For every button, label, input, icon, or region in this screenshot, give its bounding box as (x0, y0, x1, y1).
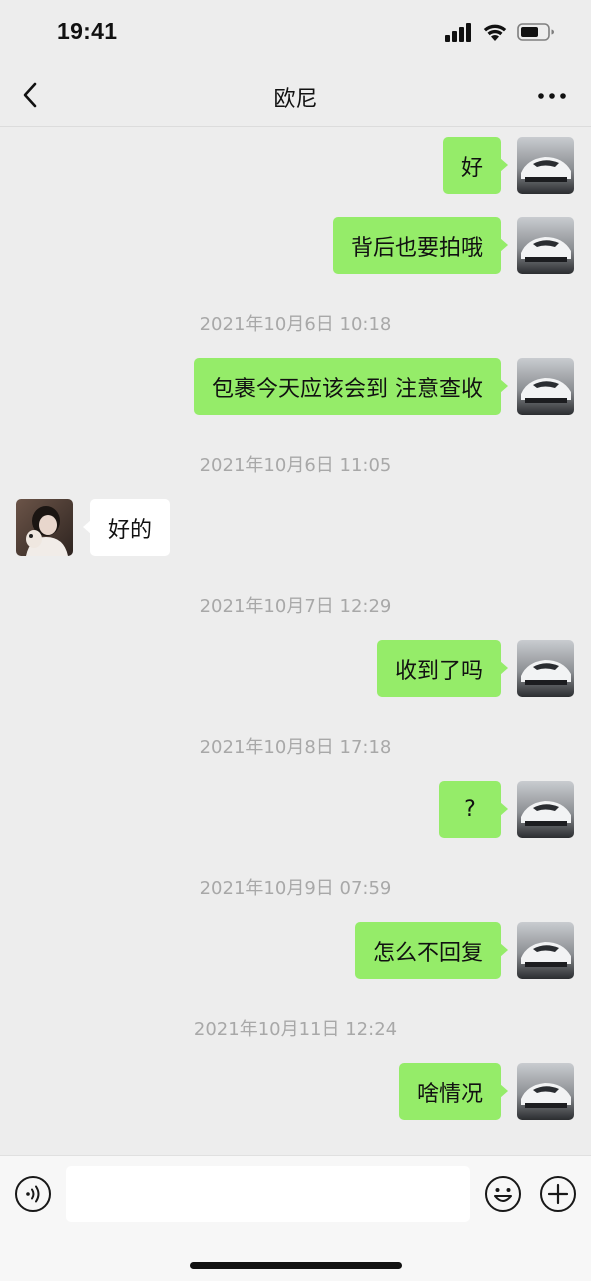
sports-car-avatar-image (517, 640, 574, 697)
sports-car-avatar-image (517, 358, 574, 415)
message-bubble-outgoing[interactable]: 包裹今天应该会到 注意查收 (194, 358, 508, 415)
battery-icon (517, 23, 554, 41)
sports-car-avatar-image (517, 781, 574, 838)
message-bubble-outgoing[interactable]: 背后也要拍哦 (332, 217, 509, 274)
my-avatar[interactable] (517, 922, 574, 979)
my-avatar[interactable] (517, 217, 574, 274)
cellular-signal-icon (445, 23, 471, 42)
message-input[interactable] (66, 1166, 470, 1222)
message-row-outgoing: 啥情况 (0, 1063, 591, 1120)
nav-bar: 欧尼 (0, 66, 591, 127)
message-timestamp: 2021年10月7日 12:29 (199, 596, 392, 617)
sports-car-avatar-image (517, 217, 574, 274)
message-bubble-incoming[interactable]: 好的 (82, 499, 171, 556)
sports-car-avatar-image (517, 1063, 574, 1120)
my-avatar[interactable] (517, 640, 574, 697)
voice-icon (15, 1176, 51, 1212)
wifi-icon (483, 24, 507, 41)
message-timestamp: 2021年10月8日 17:18 (199, 737, 392, 758)
emoji-button[interactable] (484, 1175, 522, 1213)
plus-icon (540, 1176, 576, 1212)
message-timestamp: 2021年10月6日 10:18 (199, 314, 392, 335)
message-row-outgoing: 怎么不回复 (0, 922, 591, 979)
message-bubble-outgoing[interactable]: ? (439, 781, 508, 838)
chat-message-list[interactable]: 好 背后也要拍哦 2021年10月6日 10:18 包裹今天应该会到 注意查收 (0, 127, 591, 1155)
more-functions-button[interactable] (539, 1175, 577, 1213)
message-row-outgoing: 背后也要拍哦 (0, 217, 591, 274)
sports-car-avatar-image (517, 922, 574, 979)
contact-photo-avatar-image (16, 499, 73, 556)
my-avatar[interactable] (517, 781, 574, 838)
my-avatar[interactable] (517, 358, 574, 415)
message-row-outgoing: 包裹今天应该会到 注意查收 (0, 358, 591, 415)
my-avatar[interactable] (517, 137, 574, 194)
emoji-icon (485, 1176, 521, 1212)
status-time: 19:41 (57, 18, 118, 44)
message-row-incoming: 好的 (0, 499, 591, 556)
message-timestamp: 2021年10月11日 12:24 (193, 1019, 398, 1040)
status-bar: 19:41 (0, 0, 591, 66)
ellipsis-icon (538, 93, 566, 99)
message-timestamp: 2021年10月9日 07:59 (199, 878, 392, 899)
message-row-outgoing: 好 (0, 137, 591, 194)
home-indicator[interactable] (190, 1262, 402, 1269)
message-row-outgoing: ? (0, 781, 591, 838)
voice-input-button[interactable] (14, 1175, 52, 1213)
message-bubble-outgoing[interactable]: 啥情况 (398, 1063, 509, 1120)
message-bubble-outgoing[interactable]: 好 (442, 137, 509, 194)
chat-title: 欧尼 (273, 87, 318, 112)
message-row-outgoing: 收到了吗 (0, 640, 591, 697)
sports-car-avatar-image (517, 137, 574, 194)
message-bubble-outgoing[interactable]: 怎么不回复 (354, 922, 509, 979)
contact-avatar[interactable] (16, 499, 73, 556)
status-icons (445, 22, 555, 42)
message-timestamp: 2021年10月6日 11:05 (199, 455, 392, 476)
message-bubble-outgoing[interactable]: 收到了吗 (376, 640, 509, 697)
more-options-button[interactable] (537, 88, 567, 104)
my-avatar[interactable] (517, 1063, 574, 1120)
